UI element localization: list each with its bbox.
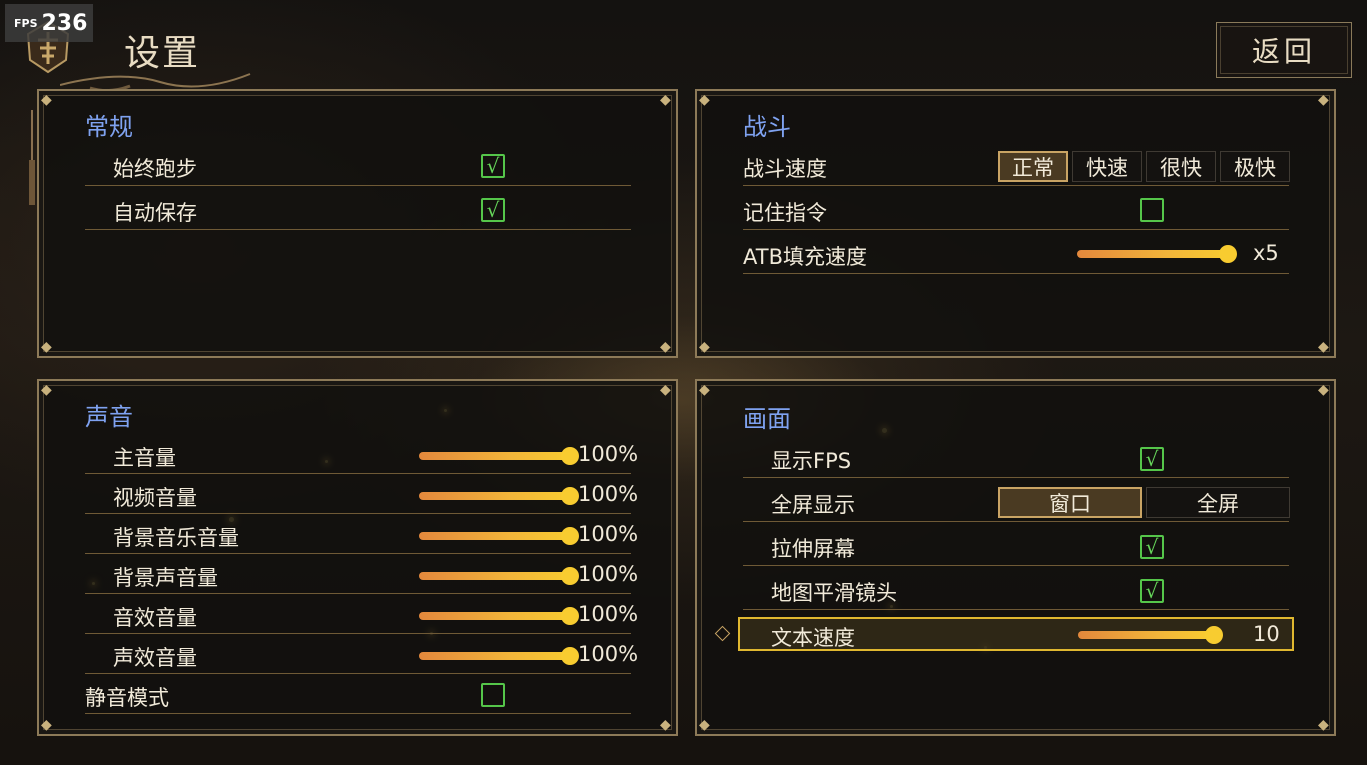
setting-label: 显示FPS	[771, 449, 852, 473]
setting-row-show-fps[interactable]: 显示FPS √	[743, 440, 1289, 478]
setting-label: ATB填充速度	[743, 245, 867, 269]
volume-value: 100%	[578, 442, 639, 466]
setting-label: 地图平滑镜头	[771, 581, 897, 605]
corner-ornament-icon: ◆	[660, 717, 671, 733]
setting-row-master-volume: 主音量 100%	[85, 437, 638, 474]
fps-counter-value: 236	[41, 10, 88, 36]
text-speed-value: 10	[1253, 622, 1280, 646]
checkbox-map-smooth-camera[interactable]: √	[1140, 579, 1164, 603]
corner-ornament-icon: ◆	[41, 339, 52, 355]
setting-label: 背景声音量	[113, 566, 218, 590]
corner-ornament-icon: ◆	[699, 339, 710, 355]
volume-slider-handle[interactable]	[561, 487, 579, 505]
setting-row-always-run[interactable]: 始终跑步 √	[85, 148, 631, 186]
corner-ornament-icon: ◆	[41, 92, 52, 108]
display-section-title: 画面	[743, 405, 791, 433]
setting-label: 主音量	[113, 446, 176, 470]
back-button[interactable]: 返回	[1216, 22, 1352, 78]
setting-row-me-volume: 声效音量 100%	[85, 637, 638, 674]
atb-speed-slider[interactable]	[1077, 250, 1229, 258]
battle-speed-option-faster[interactable]: 很快	[1146, 151, 1216, 182]
corner-ornament-icon: ◆	[1318, 92, 1329, 108]
text-speed-slider-handle[interactable]	[1205, 626, 1223, 644]
volume-slider-handle[interactable]	[561, 607, 579, 625]
corner-ornament-icon: ◆	[660, 339, 671, 355]
corner-ornament-icon: ◆	[699, 717, 710, 733]
setting-label: 自动保存	[113, 201, 197, 225]
setting-label: 始终跑步	[113, 157, 197, 181]
corner-ornament-icon: ◆	[660, 92, 671, 108]
volume-value: 100%	[578, 482, 639, 506]
volume-slider[interactable]	[419, 572, 571, 580]
volume-value: 100%	[578, 562, 639, 586]
setting-label: 记住指令	[743, 201, 827, 225]
checkbox-auto-save[interactable]: √	[481, 198, 505, 222]
checkbox-mute[interactable]	[481, 683, 505, 707]
setting-label: 视频音量	[113, 486, 197, 510]
setting-row-bgm-volume: 背景音乐音量 100%	[85, 517, 638, 554]
setting-label: 声效音量	[113, 646, 197, 670]
volume-slider-handle[interactable]	[561, 567, 579, 585]
tassel-icon	[29, 110, 35, 205]
volume-slider[interactable]	[419, 452, 571, 460]
fullscreen-option-window[interactable]: 窗口	[998, 487, 1142, 518]
atb-speed-value: x5	[1253, 241, 1279, 265]
fullscreen-option-fullscreen[interactable]: 全屏	[1146, 487, 1290, 518]
corner-ornament-icon: ◆	[699, 92, 710, 108]
atb-speed-slider-handle[interactable]	[1219, 245, 1237, 263]
volume-slider[interactable]	[419, 532, 571, 540]
volume-slider[interactable]	[419, 652, 571, 660]
setting-row-atb-speed: ATB填充速度 x5	[743, 236, 1289, 274]
setting-label: 音效音量	[113, 606, 197, 630]
setting-label: 背景音乐音量	[113, 526, 239, 550]
corner-ornament-icon: ◆	[699, 382, 710, 398]
sound-section-title: 声音	[85, 403, 133, 431]
setting-label: 战斗速度	[743, 157, 827, 181]
setting-label: 全屏显示	[771, 493, 855, 517]
corner-ornament-icon: ◆	[660, 382, 671, 398]
setting-row-video-volume: 视频音量 100%	[85, 477, 638, 514]
general-section-title: 常规	[85, 113, 133, 141]
setting-row-remember-command[interactable]: 记住指令	[743, 192, 1289, 230]
volume-slider-handle[interactable]	[561, 447, 579, 465]
setting-row-auto-save[interactable]: 自动保存 √	[85, 192, 631, 230]
fps-counter: FPS 236	[5, 4, 93, 42]
checkbox-always-run[interactable]: √	[481, 154, 505, 178]
corner-ornament-icon: ◆	[1318, 339, 1329, 355]
volume-slider-handle[interactable]	[561, 647, 579, 665]
battle-section-title: 战斗	[743, 113, 791, 141]
checkbox-remember-command[interactable]	[1140, 198, 1164, 222]
fps-counter-label: FPS	[14, 16, 38, 30]
corner-ornament-icon: ◆	[41, 717, 52, 733]
checkbox-stretch-screen[interactable]: √	[1140, 535, 1164, 559]
setting-row-mute[interactable]: 静音模式	[85, 677, 631, 714]
text-speed-slider[interactable]	[1078, 631, 1212, 639]
volume-value: 100%	[578, 642, 639, 666]
setting-label: 文本速度	[771, 626, 855, 650]
battle-speed-option-fastest[interactable]: 极快	[1220, 151, 1290, 182]
volume-value: 100%	[578, 522, 639, 546]
setting-label: 静音模式	[85, 686, 169, 710]
setting-row-bgs-volume: 背景声音量 100%	[85, 557, 638, 594]
setting-row-stretch-screen[interactable]: 拉伸屏幕 √	[743, 528, 1289, 566]
checkbox-show-fps[interactable]: √	[1140, 447, 1164, 471]
setting-row-se-volume: 音效音量 100%	[85, 597, 638, 634]
volume-slider-handle[interactable]	[561, 527, 579, 545]
setting-label: 拉伸屏幕	[771, 537, 855, 561]
volume-value: 100%	[578, 602, 639, 626]
corner-ornament-icon: ◆	[41, 382, 52, 398]
corner-ornament-icon: ◆	[1318, 717, 1329, 733]
setting-row-text-speed[interactable]: 文本速度 10	[738, 617, 1294, 651]
setting-row-map-smooth-camera[interactable]: 地图平滑镜头 √	[743, 572, 1289, 610]
corner-ornament-icon: ◆	[1318, 382, 1329, 398]
volume-slider[interactable]	[419, 612, 571, 620]
battle-speed-option-normal[interactable]: 正常	[998, 151, 1068, 182]
battle-speed-option-fast[interactable]: 快速	[1072, 151, 1142, 182]
page-title: 设置	[124, 33, 201, 74]
volume-slider[interactable]	[419, 492, 571, 500]
